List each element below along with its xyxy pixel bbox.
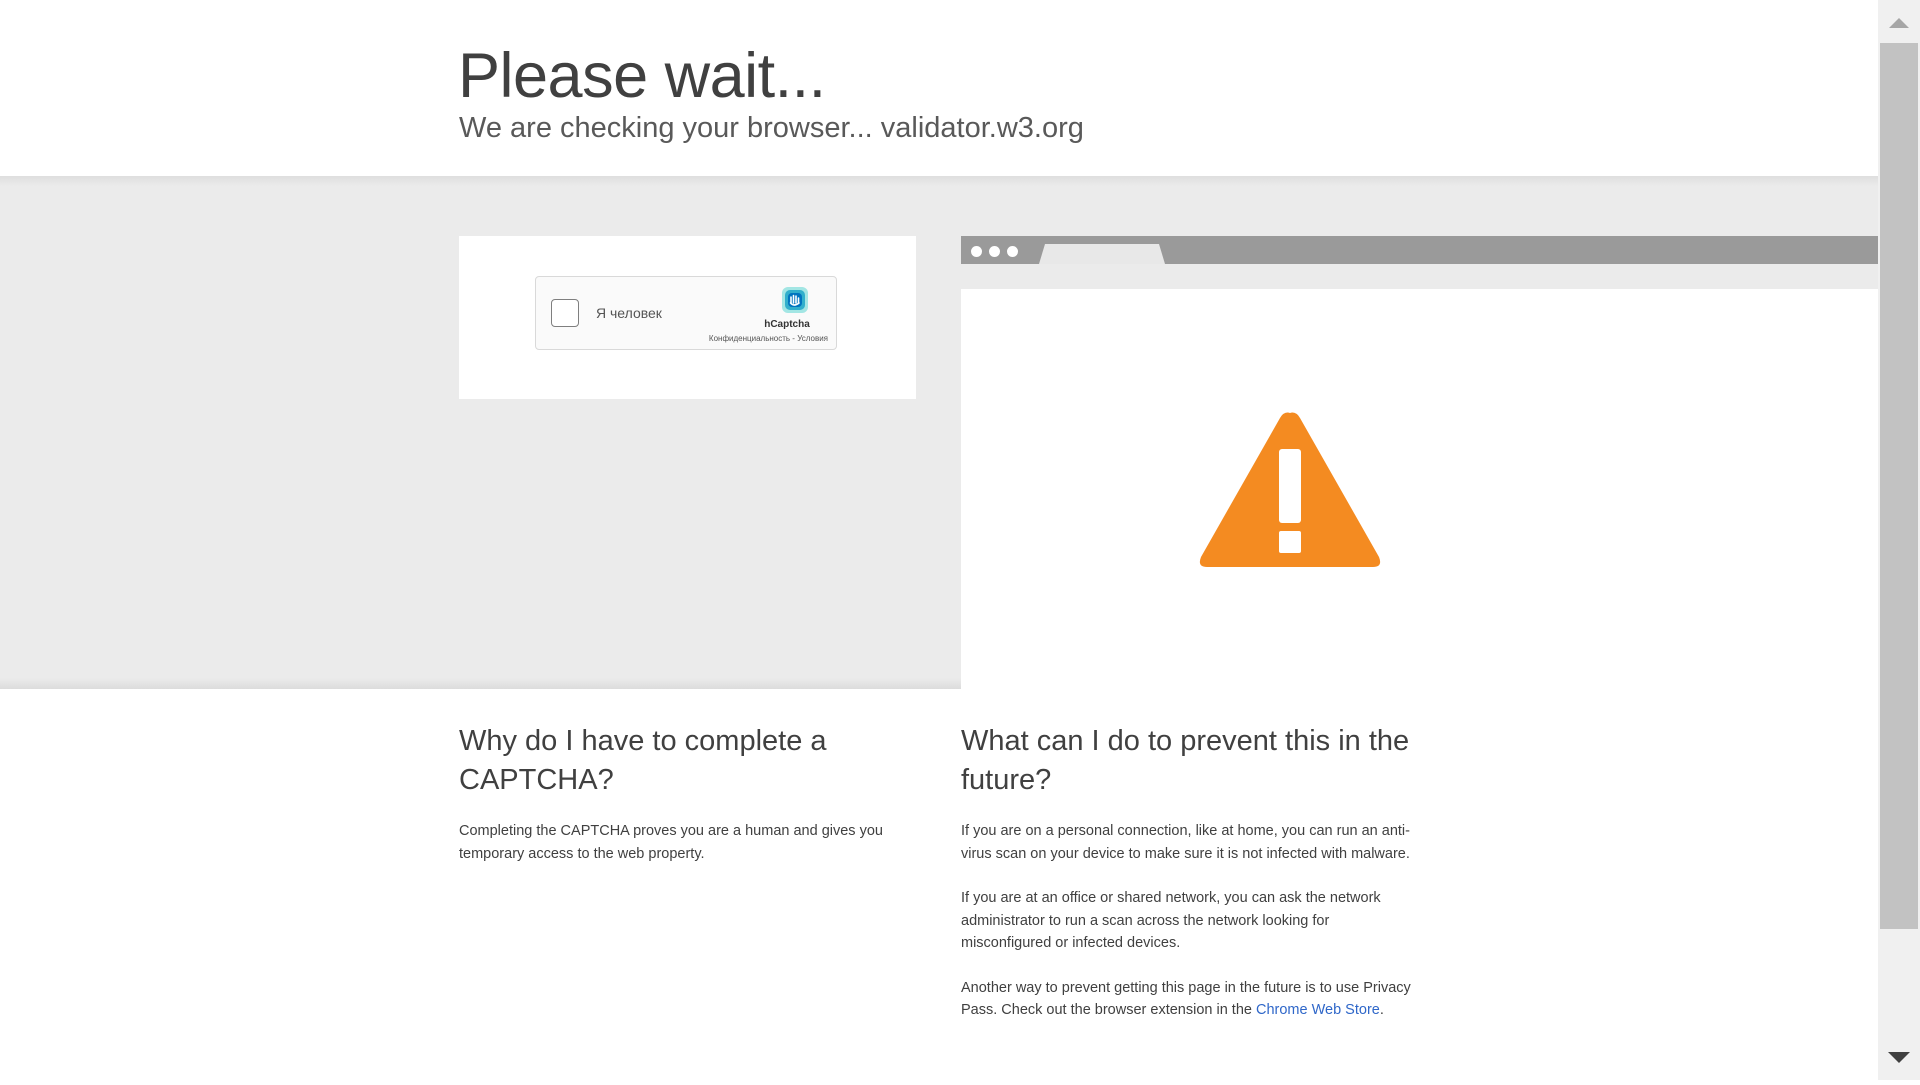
prevent-section: What can I do to prevent this in the fut… — [961, 722, 1411, 1022]
prevent-paragraph-privacy-pass: Another way to prevent getting this page… — [961, 977, 1411, 1022]
page-title: Please wait... — [458, 41, 826, 111]
why-captcha-section: Why do I have to complete a CAPTCHA? Com… — [459, 722, 909, 865]
browser-illustration-bar — [961, 236, 1878, 264]
why-captcha-heading: Why do I have to complete a CAPTCHA? — [459, 725, 827, 796]
hcaptcha-privacy-link[interactable]: Конфиденциальность — [709, 334, 790, 343]
page-subtitle: We are checking your browser... validato… — [459, 112, 1084, 144]
browser-illustration-window — [961, 289, 1878, 689]
scroll-down-arrow-icon[interactable] — [1878, 1038, 1920, 1080]
browser-tab-icon — [1039, 244, 1165, 264]
scroll-up-arrow-icon[interactable] — [1878, 0, 1920, 42]
hcaptcha-checkbox[interactable] — [551, 299, 579, 327]
browser-dot-icon — [971, 246, 982, 257]
privacy-pass-period: . — [1379, 1002, 1384, 1018]
hcaptcha-checkbox-label[interactable]: Я человек — [596, 305, 662, 321]
hcaptcha-hand-icon — [782, 287, 808, 313]
prevent-paragraph-office: If you are at an office or shared networ… — [961, 890, 1381, 951]
grey-band-bottom-edge — [0, 678, 961, 689]
warning-triangle-icon — [1199, 412, 1381, 567]
prevent-paragraph-home: If you are on a personal connection, lik… — [961, 823, 1410, 862]
chrome-web-store-link[interactable]: Chrome Web Store — [1256, 1002, 1380, 1018]
hcaptcha-brand: hCaptcha — [764, 319, 810, 330]
prevent-heading: What can I do to prevent this in the fut… — [961, 725, 1410, 796]
browser-dot-icon — [1007, 246, 1018, 257]
grey-band-shadow — [0, 176, 1878, 186]
hcaptcha-widget: Я человек hCaptcha Конфиденциальность - … — [535, 276, 837, 350]
page-header: Please wait... We are checking your brow… — [0, 0, 1878, 176]
scrollbar-thumb[interactable] — [1880, 43, 1918, 929]
vertical-scrollbar[interactable] — [1878, 0, 1920, 1080]
hcaptcha-terms-link[interactable]: Условия — [797, 334, 828, 343]
browser-dot-icon — [989, 246, 1000, 257]
hcaptcha-links: Конфиденциальность - Условия — [709, 334, 828, 343]
captcha-card: Я человек hCaptcha Конфиденциальность - … — [459, 236, 916, 399]
browser-illustration-toolbar — [961, 264, 1878, 289]
why-captcha-text: Completing the CAPTCHA proves you are a … — [459, 823, 883, 862]
